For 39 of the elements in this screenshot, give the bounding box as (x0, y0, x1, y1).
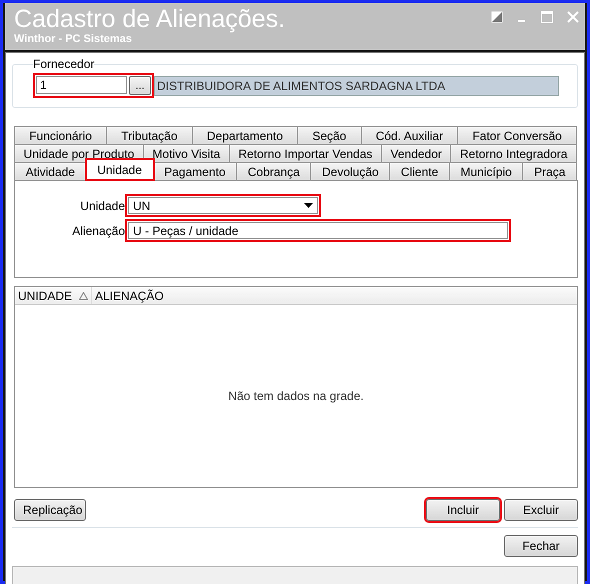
maximize-icon[interactable] (541, 11, 553, 23)
tab[interactable]: Cobrança (236, 162, 312, 180)
field-label: Unidade (79, 198, 125, 212)
empty-message: Não tem dados na grade. (228, 389, 364, 403)
window-subtitle: Winthor - PC Sistemas (14, 33, 133, 45)
tab[interactable]: Pagamento (152, 162, 238, 180)
tab[interactable]: Praça (522, 162, 578, 180)
action-button[interactable]: Replicação (14, 499, 86, 521)
tab[interactable]: Unidade (86, 159, 154, 180)
window-title: Cadastro de Alienações. (14, 5, 286, 33)
close-button[interactable]: Fechar (504, 535, 578, 557)
supplier-name-field: DISTRIBUIDORA DE ALIMENTOS SARDAGNA LTDA (154, 76, 559, 96)
action-button[interactable]: Excluir (504, 499, 578, 521)
tab[interactable]: Devolução (310, 162, 390, 180)
tab[interactable]: Departamento (192, 126, 298, 144)
tab[interactable]: Cód. Auxiliar (360, 126, 458, 144)
code-field[interactable]: 1 (36, 76, 127, 94)
tab[interactable]: Município (448, 162, 524, 180)
caret-icon (304, 203, 313, 208)
tab[interactable]: Retorno Integradora (450, 144, 577, 162)
text-field[interactable]: U - Peças / unidade (128, 222, 508, 239)
column-header[interactable]: UNIDADE (15, 287, 92, 304)
tab[interactable]: Funcionário (14, 126, 108, 144)
tab[interactable]: Seção (297, 126, 362, 144)
group-label: Fornecedor (33, 57, 94, 71)
tab[interactable]: Vendedor (380, 144, 452, 162)
tab[interactable]: Atividade (14, 162, 87, 180)
browse-button[interactable]: ... (129, 76, 151, 95)
close-icon[interactable] (567, 11, 579, 23)
dropdown-field[interactable]: UN (128, 197, 318, 214)
field-label: Alienação (71, 224, 125, 238)
tab[interactable]: Motivo Visita (142, 144, 230, 162)
action-button[interactable]: Incluir (426, 499, 500, 521)
theme-icon[interactable] (491, 11, 503, 23)
column-header[interactable]: ALIENAÇÃO (92, 287, 167, 304)
tab[interactable]: Retorno Importar Vendas (228, 144, 382, 162)
tab[interactable]: Cliente (389, 162, 450, 180)
tab[interactable]: Fator Conversão (457, 126, 578, 144)
tab[interactable]: Tributação (106, 126, 193, 144)
